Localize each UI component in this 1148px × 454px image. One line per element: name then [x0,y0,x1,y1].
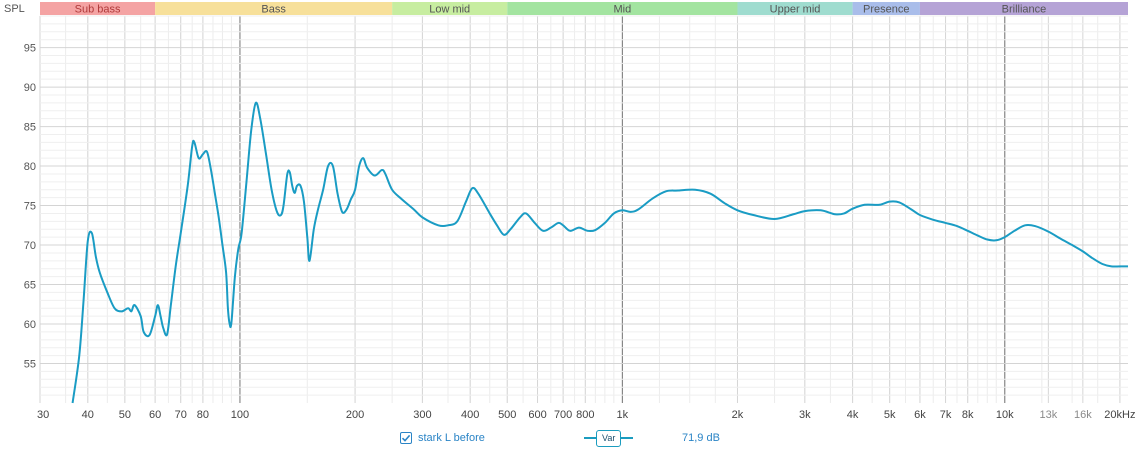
x-axis: 30 40 50 60 70 80 100 200 300 400 500 600 700 800 1k 2k… [37,409,1135,421]
band-label: Presence [863,4,909,16]
band-label: Sub bass [75,4,121,16]
x-tick-label: 5k [884,409,896,421]
y-tick-label: 55 [24,359,36,371]
db-value: 71,9 dB [682,432,720,444]
x-tick-label: 10k [996,409,1014,421]
x-tick-label: 800 [576,409,594,421]
band-label: Brilliance [1002,4,1047,16]
x-tick-label: 6k [914,409,926,421]
x-tick-label: 400 [461,409,479,421]
y-tick-label: 60 [24,319,36,331]
x-tick-label: 600 [528,409,546,421]
x-tick-label: 7k [940,409,952,421]
x-tick-label: 100 [231,409,249,421]
x-tick-label: 70 [175,409,187,421]
y-tick-label: 95 [24,43,36,55]
series-visibility-checkbox[interactable] [400,432,412,444]
y-axis-label: SPL [4,3,25,15]
y-tick-label: 70 [24,240,36,252]
series-name-label: stark L before [418,432,485,444]
x-tick-label: 500 [498,409,516,421]
y-tick-label: 65 [24,280,36,292]
series-line-swatch [584,437,596,439]
x-tick-label: 80 [197,409,209,421]
checkmark-icon [401,434,411,442]
grid [39,15,1128,403]
value-readout: 71,9 dB [682,428,720,448]
y-axis: 55 60 65 70 75 80 85 90 95 [24,43,36,371]
x-tick-label: 300 [413,409,431,421]
x-tick-label: 700 [554,409,572,421]
y-tick-label: 90 [24,82,36,94]
band-label: Mid [614,4,632,16]
x-tick-label: 60 [149,409,161,421]
x-tick-label: 13k [1039,409,1057,421]
series-line-swatch-right [621,437,634,439]
variance-toggle[interactable]: Var [584,428,634,448]
y-tick-label: 75 [24,201,36,213]
x-tick-label: 30 [37,409,49,421]
y-tick-label: 80 [24,161,36,173]
band-label: Upper mid [770,4,821,16]
x-tick-label: 1k [617,409,629,421]
x-tick-label: 50 [119,409,131,421]
series-legend-item[interactable]: stark L before [400,428,485,448]
x-tick-label: 40 [82,409,94,421]
frequency-response-chart: Sub bass Bass Low mid Mid Upper mid Presence B… [4,2,1135,421]
x-tick-label: 3k [799,409,811,421]
x-tick-label: 16k [1074,409,1092,421]
band-label: Low mid [429,4,470,16]
y-tick-label: 85 [24,122,36,134]
x-tick-label: 2k [732,409,744,421]
x-tick-label: 200 [346,409,364,421]
band-label: Bass [261,4,286,16]
var-button[interactable]: Var [596,429,622,447]
x-tick-label: 20kHz [1104,409,1135,421]
x-tick-label: 8k [962,409,974,421]
frequency-bands: Sub bass Bass Low mid Mid Upper mid Presence B… [40,2,1128,16]
x-tick-label: 4k [847,409,859,421]
